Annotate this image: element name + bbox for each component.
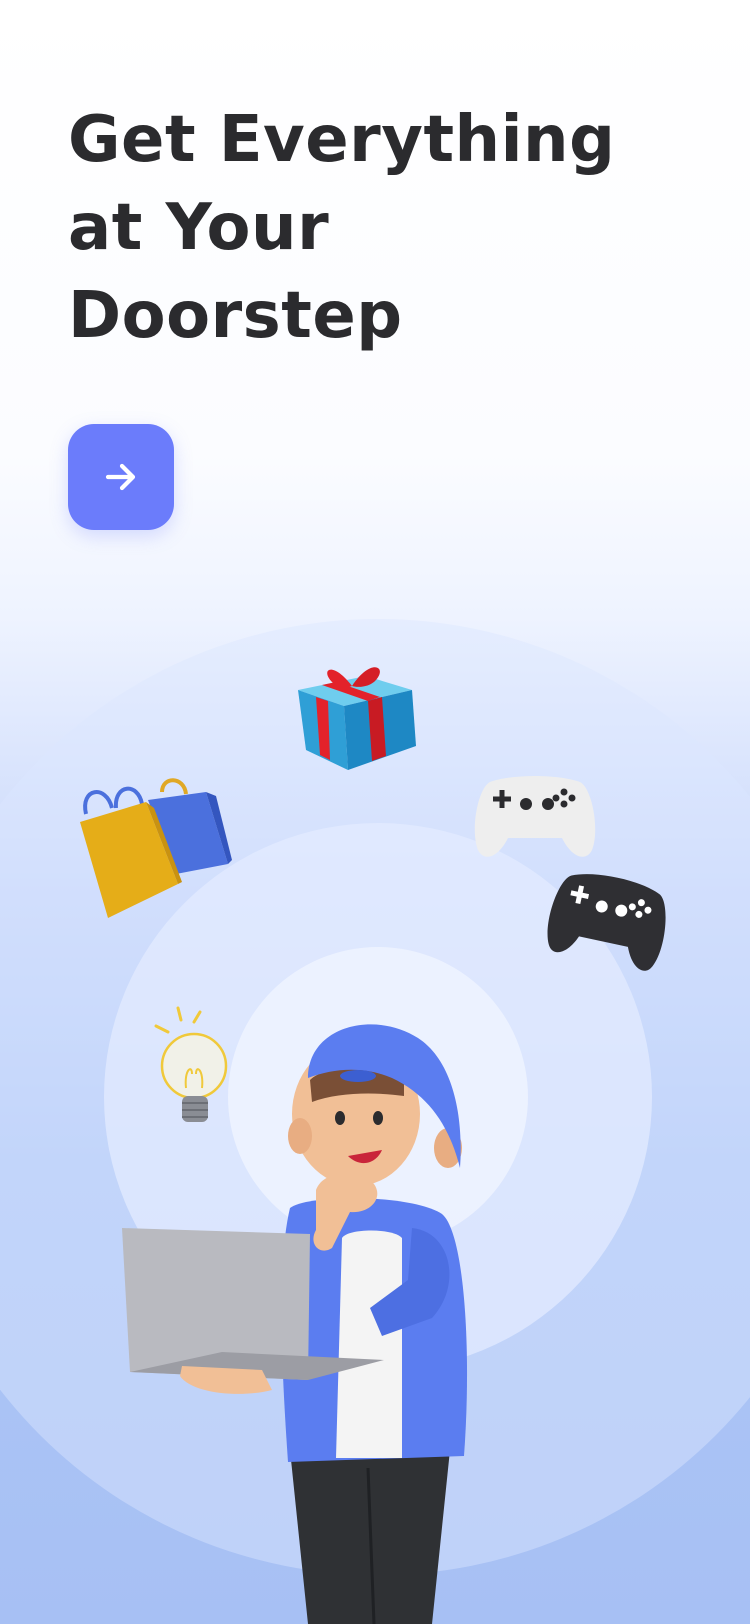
headline: Get Everything at Your Doorstep — [68, 96, 668, 360]
headline-line-3: Doorstep — [68, 279, 403, 353]
shopping-bags-icon — [80, 778, 232, 918]
headline-line-2: at Your — [68, 191, 330, 265]
gift-box-icon — [298, 667, 416, 770]
person-with-laptop-illustration — [122, 1024, 468, 1624]
arrow-right-icon — [105, 463, 136, 491]
game-controller-black-icon — [547, 874, 666, 971]
headline-line-1: Get Everything — [68, 103, 616, 177]
next-button[interactable] — [68, 424, 174, 530]
game-controller-white-icon — [474, 776, 596, 857]
onboarding-screen: Get Everything at Your Doorstep — [0, 0, 750, 1624]
